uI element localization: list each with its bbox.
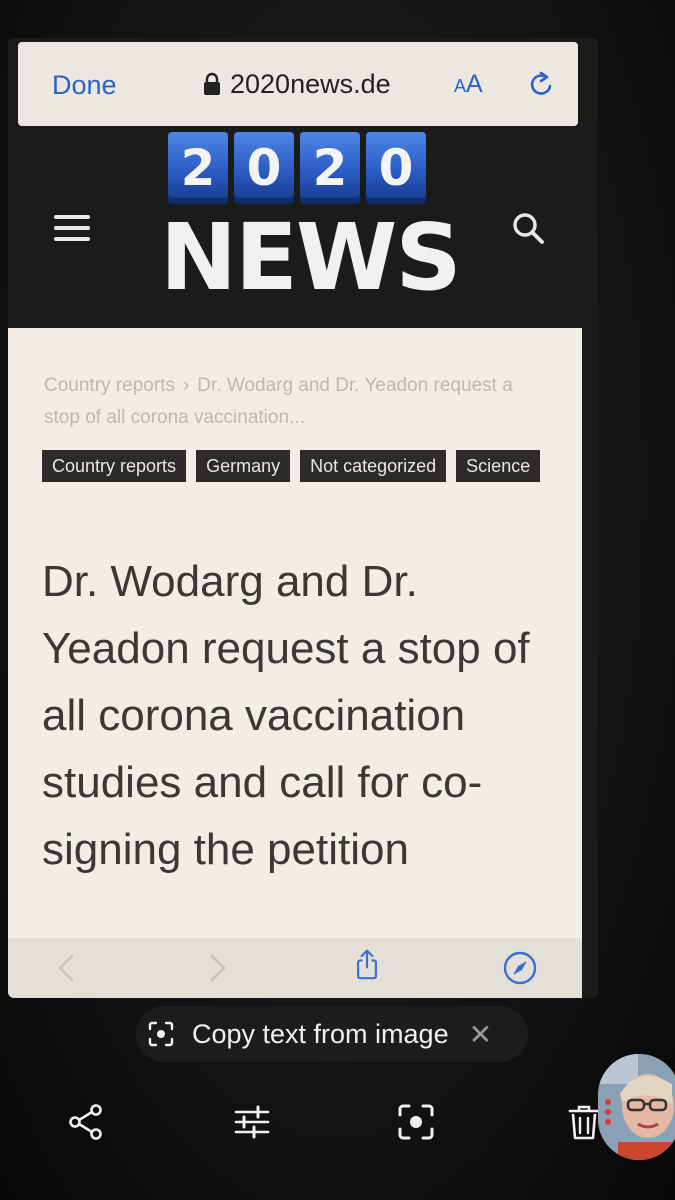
category-tags: Country reports Germany Not categorized … <box>42 450 542 482</box>
browser-toolbar <box>8 938 582 998</box>
text-size-button[interactable]: AA <box>454 70 483 99</box>
logo-digit: 0 <box>234 132 294 204</box>
logo-digit: 2 <box>168 132 228 204</box>
logo-digit: 2 <box>300 132 360 204</box>
lens-icon[interactable] <box>396 1102 436 1142</box>
avatar[interactable] <box>598 1054 675 1160</box>
breadcrumb-separator: › <box>182 375 190 396</box>
breadcrumb: Country reports › Dr. Wodarg and Dr. Yeado… <box>44 370 534 434</box>
adjust-icon[interactable] <box>232 1102 272 1142</box>
article-headline: Dr. Wodarg and Dr. Yeadon request a stop… <box>42 557 530 874</box>
tag-germany[interactable]: Germany <box>196 450 291 482</box>
close-icon[interactable]: ✕ <box>469 1018 492 1051</box>
done-button[interactable]: Done <box>52 70 117 101</box>
share-icon[interactable] <box>352 948 382 980</box>
browser-address-bar: Done 2020news.de AA <box>18 42 578 126</box>
avatar-photo <box>598 1054 675 1160</box>
photo-viewer: Done 2020news.de AA 2 0 2 0 NEWS Country… <box>0 0 675 1200</box>
search-icon[interactable] <box>510 210 546 246</box>
url-text[interactable]: 2020news.de <box>230 69 391 100</box>
tag-not-categorized[interactable]: Not categorized <box>300 450 447 482</box>
site-logo-digits[interactable]: 2 0 2 0 <box>168 132 426 206</box>
tag-country-reports[interactable]: Country reports <box>42 450 187 482</box>
forward-icon[interactable] <box>202 952 232 984</box>
compass-icon[interactable] <box>502 950 538 986</box>
breadcrumb-link[interactable]: Country reports <box>44 375 175 396</box>
menu-icon[interactable] <box>52 212 92 244</box>
tag-science[interactable]: Science <box>456 450 541 482</box>
text-scan-icon <box>148 1021 174 1047</box>
share-icon[interactable] <box>66 1102 106 1142</box>
reload-icon[interactable] <box>526 70 556 100</box>
back-icon[interactable] <box>52 952 82 984</box>
logo-digit: 0 <box>366 132 426 204</box>
copy-text-from-image-button[interactable]: Copy text from image ✕ <box>136 1006 528 1062</box>
article-card: Country reports › Dr. Wodarg and Dr. Yeado… <box>8 328 582 938</box>
copy-text-label: Copy text from image <box>192 1018 449 1049</box>
lock-icon <box>204 72 220 95</box>
site-logo-word[interactable]: NEWS <box>160 208 462 308</box>
photographed-phone-screen: Done 2020news.de AA 2 0 2 0 NEWS Country… <box>8 38 598 998</box>
